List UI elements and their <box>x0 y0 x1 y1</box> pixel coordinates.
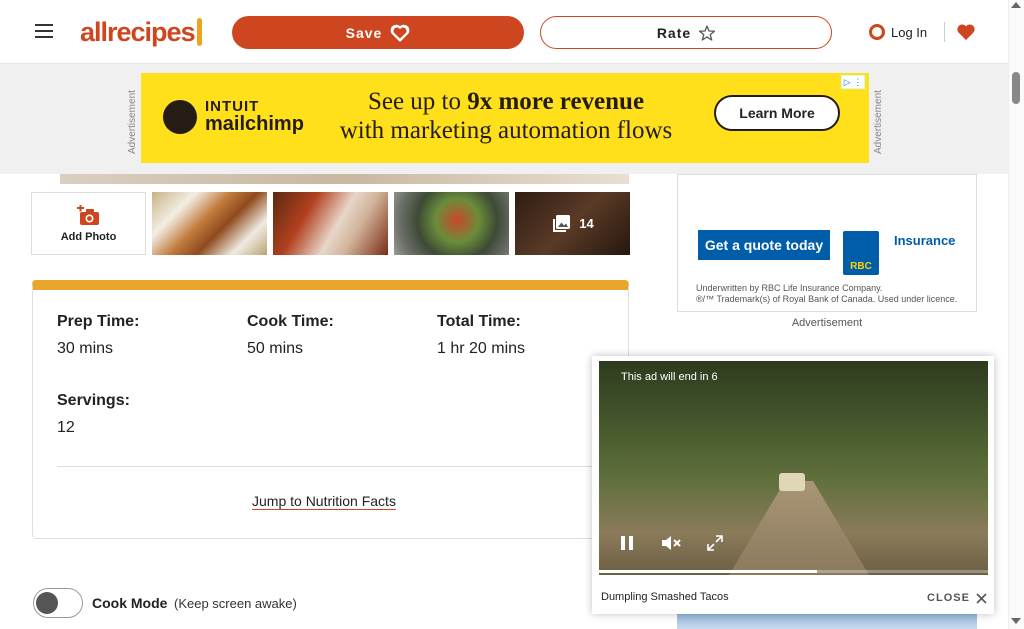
rate-button[interactable]: Rate <box>540 16 832 49</box>
cook-mode-label: Cook Mode <box>92 595 168 611</box>
recipe-hero-image <box>60 174 629 184</box>
ad-side-label-right: Advertisement <box>873 90 884 154</box>
fine-print-line: ®/™ Trademark(s) of Royal Bank of Canada… <box>696 294 958 304</box>
camera-plus-icon <box>76 204 99 225</box>
freddie-icon <box>163 99 197 134</box>
logo-text: allrecipes <box>80 16 196 47</box>
ad-headline-b: 9x more revenue <box>467 88 645 115</box>
recipe-photo-thumbnail[interactable] <box>273 192 388 255</box>
save-label: Save <box>345 24 383 41</box>
spoon-icon <box>196 18 202 46</box>
close-label: CLOSE <box>927 592 970 604</box>
mailchimp-ad-banner[interactable]: INTUIT mailchimp See up to 9x more reven… <box>141 73 869 163</box>
add-photo-button[interactable]: Add Photo <box>31 192 146 255</box>
more-photos-button[interactable]: 14 <box>515 192 630 255</box>
recipe-photo-thumbnail[interactable] <box>394 192 509 255</box>
rbc-logo: RBC <box>843 231 879 275</box>
jump-to-nutrition-link[interactable]: Jump to Nutrition Facts <box>252 493 409 513</box>
login-link[interactable]: Log In <box>869 20 933 44</box>
fine-print-line: Underwritten by RBC Life Insurance Compa… <box>696 283 883 293</box>
cook-time-value: 50 mins <box>247 340 304 357</box>
rate-label: Rate <box>656 24 692 41</box>
toggle-knob <box>36 592 58 614</box>
scroll-down-arrow-icon[interactable] <box>1011 618 1021 624</box>
ad-headline-c: with marketing automation flows <box>339 117 673 144</box>
saved-recipes-heart-icon[interactable] <box>955 20 977 44</box>
fullscreen-icon <box>707 535 723 551</box>
rbc-insurance-ad[interactable]: Get a quote today RBC Insurance Underwri… <box>677 174 977 312</box>
total-time-label: Total Time: <box>437 313 521 330</box>
pause-button[interactable] <box>609 527 645 559</box>
ad-headline-a: See up to <box>367 88 468 115</box>
prep-time-label: Prep Time: <box>57 313 140 330</box>
recipe-photo-thumbnail[interactable] <box>152 192 267 255</box>
video-progress-bar[interactable] <box>599 570 988 573</box>
mailchimp-logo: INTUIT mailchimp <box>163 99 304 134</box>
ad-countdown: This ad will end in 6 <box>621 371 718 383</box>
close-video-button[interactable]: CLOSE <box>922 584 992 612</box>
header-divider <box>944 22 945 42</box>
more-photos-overlay: 14 <box>515 192 630 255</box>
mailchimp-wordmark: INTUIT mailchimp <box>205 99 304 134</box>
save-button[interactable]: Save <box>232 16 524 49</box>
menu-line <box>35 36 53 38</box>
allrecipes-logo[interactable]: allrecipes <box>80 16 208 48</box>
person-icon <box>869 24 885 40</box>
menu-line <box>35 30 53 32</box>
prep-time-value: 30 mins <box>57 340 114 357</box>
pause-icon <box>621 536 633 550</box>
video-road <box>729 481 869 575</box>
site-header: allrecipes Save Rate Log In <box>0 0 1008 64</box>
cook-mode-sublabel[interactable]: (Keep screen awake) <box>174 596 297 611</box>
adchoices-icon[interactable]: ▷ ⋮ <box>841 75 865 89</box>
mute-button[interactable] <box>653 527 689 559</box>
scroll-up-arrow-icon[interactable] <box>1011 2 1021 8</box>
learn-more-button[interactable]: Learn More <box>714 95 840 131</box>
total-time-value: 1 hr 20 mins <box>437 340 526 357</box>
add-photo-label: Add Photo <box>60 230 117 243</box>
next-ad-preview <box>677 613 977 629</box>
cook-time-label: Cook Time: <box>247 313 334 330</box>
ad-side-label-left: Advertisement <box>127 90 138 154</box>
advertisement-label: Advertisement <box>791 317 863 329</box>
scrollbar-thumb[interactable] <box>1012 72 1020 104</box>
login-label: Log In <box>891 24 928 40</box>
heart-icon <box>957 24 975 40</box>
video-car <box>779 473 805 491</box>
ad-fine-print: Underwritten by RBC Life Insurance Compa… <box>696 283 957 305</box>
mailchimp-label: mailchimp <box>205 113 304 135</box>
cook-mode-toggle[interactable] <box>33 588 83 618</box>
insurance-label: Insurance <box>894 233 956 248</box>
intuit-label: INTUIT <box>205 98 260 115</box>
muted-speaker-icon <box>662 536 681 550</box>
close-icon <box>976 592 987 604</box>
get-quote-button[interactable]: Get a quote today <box>698 230 830 260</box>
card-divider <box>57 466 605 467</box>
ad-headline: See up to 9x more revenue with marketing … <box>311 87 701 145</box>
fullscreen-button[interactable] <box>697 527 733 559</box>
heart-icon <box>390 24 410 42</box>
servings-value: 12 <box>57 419 75 436</box>
hamburger-menu-icon[interactable] <box>31 18 57 44</box>
video-title: Dumpling Smashed Tacos <box>601 591 729 603</box>
servings-label: Servings: <box>57 392 130 409</box>
video-progress-fill <box>599 570 817 573</box>
gallery-icon <box>553 214 571 232</box>
more-photos-count: 14 <box>579 216 594 231</box>
menu-line <box>35 24 53 26</box>
star-icon <box>699 24 716 41</box>
